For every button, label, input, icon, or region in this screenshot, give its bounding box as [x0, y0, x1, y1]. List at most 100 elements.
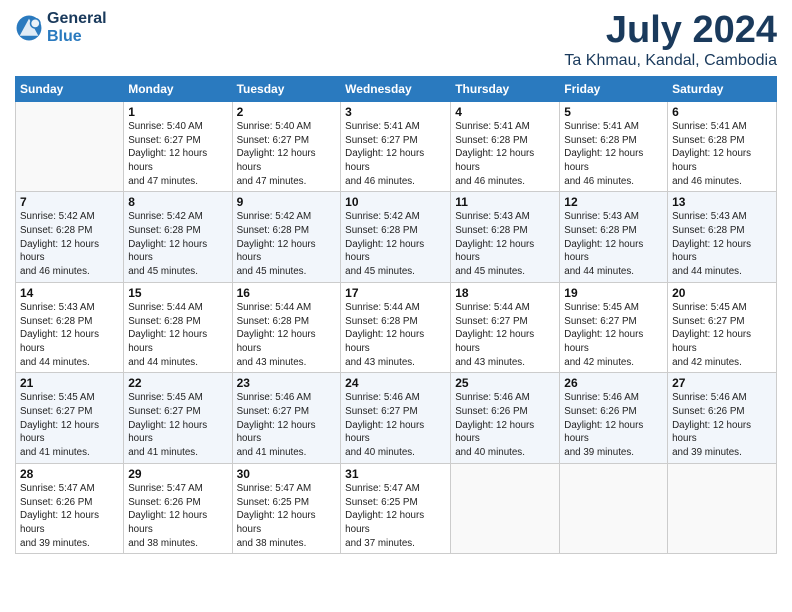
calendar-cell: 16Sunrise: 5:44 AMSunset: 6:28 PMDayligh…	[232, 282, 341, 373]
calendar-cell: 11Sunrise: 5:43 AMSunset: 6:28 PMDayligh…	[451, 192, 560, 283]
calendar-cell: 28Sunrise: 5:47 AMSunset: 6:26 PMDayligh…	[16, 463, 124, 554]
calendar-cell: 27Sunrise: 5:46 AMSunset: 6:26 PMDayligh…	[668, 373, 777, 464]
calendar-cell: 3Sunrise: 5:41 AMSunset: 6:27 PMDaylight…	[341, 101, 451, 192]
calendar-cell: 2Sunrise: 5:40 AMSunset: 6:27 PMDaylight…	[232, 101, 341, 192]
day-number: 1	[128, 105, 227, 119]
day-number: 6	[672, 105, 772, 119]
day-info: Sunrise: 5:44 AMSunset: 6:28 PMDaylight:…	[345, 301, 446, 370]
day-number: 5	[564, 105, 663, 119]
day-info: Sunrise: 5:46 AMSunset: 6:26 PMDaylight:…	[672, 391, 772, 460]
weekday-header-wednesday: Wednesday	[341, 76, 451, 101]
calendar-cell: 15Sunrise: 5:44 AMSunset: 6:28 PMDayligh…	[124, 282, 232, 373]
calendar-cell: 21Sunrise: 5:45 AMSunset: 6:27 PMDayligh…	[16, 373, 124, 464]
day-info: Sunrise: 5:45 AMSunset: 6:27 PMDaylight:…	[564, 301, 663, 370]
weekday-header-thursday: Thursday	[451, 76, 560, 101]
day-number: 3	[345, 105, 446, 119]
title-block: July 2024 Ta Khmau, Kandal, Cambodia	[564, 10, 777, 70]
weekday-header-saturday: Saturday	[668, 76, 777, 101]
calendar-cell: 1Sunrise: 5:40 AMSunset: 6:27 PMDaylight…	[124, 101, 232, 192]
calendar-cell: 12Sunrise: 5:43 AMSunset: 6:28 PMDayligh…	[560, 192, 668, 283]
day-info: Sunrise: 5:43 AMSunset: 6:28 PMDaylight:…	[455, 210, 555, 279]
calendar-cell: 25Sunrise: 5:46 AMSunset: 6:26 PMDayligh…	[451, 373, 560, 464]
day-number: 20	[672, 286, 772, 300]
calendar-cell: 14Sunrise: 5:43 AMSunset: 6:28 PMDayligh…	[16, 282, 124, 373]
logo-line1: General	[47, 10, 107, 28]
weekday-header-monday: Monday	[124, 76, 232, 101]
day-info: Sunrise: 5:42 AMSunset: 6:28 PMDaylight:…	[20, 210, 119, 279]
calendar-table: SundayMondayTuesdayWednesdayThursdayFrid…	[15, 76, 777, 555]
day-info: Sunrise: 5:40 AMSunset: 6:27 PMDaylight:…	[237, 120, 337, 189]
day-info: Sunrise: 5:42 AMSunset: 6:28 PMDaylight:…	[345, 210, 446, 279]
calendar-cell: 19Sunrise: 5:45 AMSunset: 6:27 PMDayligh…	[560, 282, 668, 373]
calendar-cell: 4Sunrise: 5:41 AMSunset: 6:28 PMDaylight…	[451, 101, 560, 192]
header-row: General Blue July 2024 Ta Khmau, Kandal,…	[15, 10, 777, 70]
day-number: 14	[20, 286, 119, 300]
day-number: 27	[672, 376, 772, 390]
day-number: 17	[345, 286, 446, 300]
calendar-cell: 29Sunrise: 5:47 AMSunset: 6:26 PMDayligh…	[124, 463, 232, 554]
day-number: 24	[345, 376, 446, 390]
weekday-header-friday: Friday	[560, 76, 668, 101]
day-info: Sunrise: 5:41 AMSunset: 6:28 PMDaylight:…	[672, 120, 772, 189]
calendar-cell: 26Sunrise: 5:46 AMSunset: 6:26 PMDayligh…	[560, 373, 668, 464]
calendar-cell: 20Sunrise: 5:45 AMSunset: 6:27 PMDayligh…	[668, 282, 777, 373]
day-info: Sunrise: 5:45 AMSunset: 6:27 PMDaylight:…	[128, 391, 227, 460]
day-number: 19	[564, 286, 663, 300]
day-number: 16	[237, 286, 337, 300]
calendar-cell: 9Sunrise: 5:42 AMSunset: 6:28 PMDaylight…	[232, 192, 341, 283]
day-info: Sunrise: 5:47 AMSunset: 6:25 PMDaylight:…	[345, 482, 446, 551]
calendar-cell: 24Sunrise: 5:46 AMSunset: 6:27 PMDayligh…	[341, 373, 451, 464]
day-info: Sunrise: 5:46 AMSunset: 6:27 PMDaylight:…	[345, 391, 446, 460]
location-title: Ta Khmau, Kandal, Cambodia	[564, 52, 777, 70]
day-number: 29	[128, 467, 227, 481]
day-number: 8	[128, 195, 227, 209]
day-info: Sunrise: 5:42 AMSunset: 6:28 PMDaylight:…	[128, 210, 227, 279]
day-info: Sunrise: 5:40 AMSunset: 6:27 PMDaylight:…	[128, 120, 227, 189]
day-info: Sunrise: 5:42 AMSunset: 6:28 PMDaylight:…	[237, 210, 337, 279]
calendar-cell: 7Sunrise: 5:42 AMSunset: 6:28 PMDaylight…	[16, 192, 124, 283]
day-number: 15	[128, 286, 227, 300]
calendar-cell: 17Sunrise: 5:44 AMSunset: 6:28 PMDayligh…	[341, 282, 451, 373]
day-info: Sunrise: 5:47 AMSunset: 6:26 PMDaylight:…	[20, 482, 119, 551]
calendar-cell	[451, 463, 560, 554]
day-info: Sunrise: 5:41 AMSunset: 6:28 PMDaylight:…	[564, 120, 663, 189]
day-number: 22	[128, 376, 227, 390]
day-number: 25	[455, 376, 555, 390]
day-info: Sunrise: 5:43 AMSunset: 6:28 PMDaylight:…	[564, 210, 663, 279]
day-info: Sunrise: 5:44 AMSunset: 6:28 PMDaylight:…	[237, 301, 337, 370]
logo-line2: Blue	[47, 28, 107, 46]
calendar-cell: 22Sunrise: 5:45 AMSunset: 6:27 PMDayligh…	[124, 373, 232, 464]
calendar-cell: 8Sunrise: 5:42 AMSunset: 6:28 PMDaylight…	[124, 192, 232, 283]
calendar-cell: 30Sunrise: 5:47 AMSunset: 6:25 PMDayligh…	[232, 463, 341, 554]
day-info: Sunrise: 5:45 AMSunset: 6:27 PMDaylight:…	[672, 301, 772, 370]
calendar-cell: 13Sunrise: 5:43 AMSunset: 6:28 PMDayligh…	[668, 192, 777, 283]
day-info: Sunrise: 5:47 AMSunset: 6:26 PMDaylight:…	[128, 482, 227, 551]
calendar-cell	[560, 463, 668, 554]
day-number: 23	[237, 376, 337, 390]
logo-text: General Blue	[47, 10, 107, 45]
calendar-cell: 6Sunrise: 5:41 AMSunset: 6:28 PMDaylight…	[668, 101, 777, 192]
week-row-4: 21 Sunrise: 5:45 AMSunset: 6:27 PMDayligh…	[16, 373, 777, 464]
day-number: 11	[455, 195, 555, 209]
day-info: Sunrise: 5:41 AMSunset: 6:28 PMDaylight:…	[455, 120, 555, 189]
calendar-container: General Blue July 2024 Ta Khmau, Kandal,…	[0, 0, 792, 612]
day-number: 18	[455, 286, 555, 300]
day-number: 7	[20, 195, 119, 209]
day-number: 28	[20, 467, 119, 481]
day-number: 21	[20, 376, 119, 390]
day-number: 13	[672, 195, 772, 209]
calendar-cell: 23Sunrise: 5:46 AMSunset: 6:27 PMDayligh…	[232, 373, 341, 464]
calendar-cell: 5Sunrise: 5:41 AMSunset: 6:28 PMDaylight…	[560, 101, 668, 192]
logo-icon	[15, 14, 43, 42]
logo: General Blue	[15, 10, 107, 45]
day-info: Sunrise: 5:46 AMSunset: 6:26 PMDaylight:…	[455, 391, 555, 460]
weekday-header-row: SundayMondayTuesdayWednesdayThursdayFrid…	[16, 76, 777, 101]
day-number: 30	[237, 467, 337, 481]
calendar-cell	[16, 101, 124, 192]
weekday-header-tuesday: Tuesday	[232, 76, 341, 101]
week-row-2: 7Sunrise: 5:42 AMSunset: 6:28 PMDaylight…	[16, 192, 777, 283]
day-info: Sunrise: 5:46 AMSunset: 6:26 PMDaylight:…	[564, 391, 663, 460]
day-number: 12	[564, 195, 663, 209]
day-info: Sunrise: 5:43 AMSunset: 6:28 PMDaylight:…	[20, 301, 119, 370]
calendar-cell: 10Sunrise: 5:42 AMSunset: 6:28 PMDayligh…	[341, 192, 451, 283]
